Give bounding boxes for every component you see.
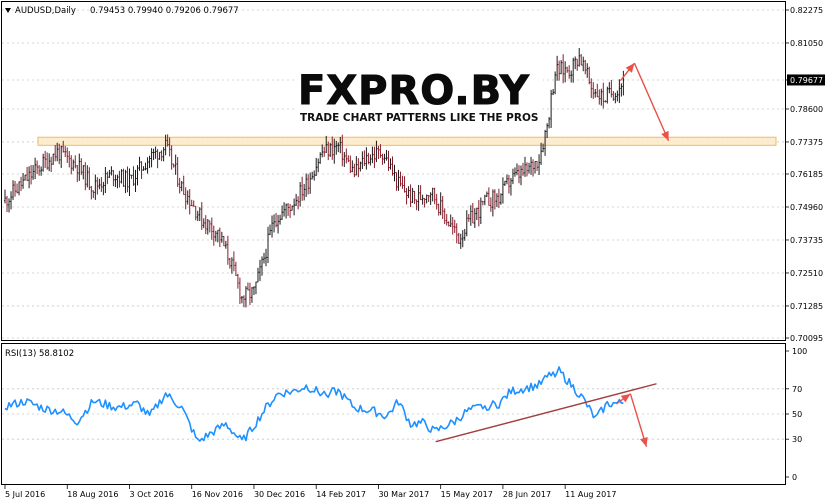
ohlc-values: 0.79453 0.79940 0.79206 0.79677	[90, 6, 239, 16]
time-tick-label: 30 Mar 2017	[378, 490, 429, 499]
price-tick-label: 0.71285	[790, 302, 823, 311]
projection-arrows-main	[619, 62, 670, 142]
time-tick-label: 28 Jun 2017	[503, 490, 551, 499]
current-price-tag: 0.79677	[787, 74, 825, 86]
rsi-label: RSI(13) 58.8102	[5, 349, 74, 359]
time-axis: 5 Jul 2016 18 Aug 2016 3 Oct 2016 16 Nov 20…	[4, 485, 616, 499]
rsi-tick-label: 50	[792, 410, 802, 419]
time-tick-label: 5 Jul 2016	[5, 490, 45, 499]
price-axis: 0.82275 0.81050 0.79677 0.78600 0.77375 0.761…	[785, 6, 823, 343]
time-tick-label: 15 May 2017	[441, 490, 493, 499]
price-tick-label: 0.73735	[790, 236, 823, 245]
dropdown-triangle-icon[interactable]	[5, 8, 11, 13]
time-tick-label: 14 Feb 2017	[316, 490, 366, 499]
time-tick-label: 3 Oct 2016	[129, 490, 173, 499]
arrow-head-icon	[620, 393, 631, 403]
rsi-tick-label: 70	[792, 385, 802, 394]
price-tick-label: 0.76185	[790, 170, 823, 179]
price-tick-label: 0.81050	[790, 39, 823, 48]
rsi-tick-label: 100	[792, 347, 807, 356]
current-price-label: 0.79677	[790, 76, 823, 85]
price-tick-label: 0.82275	[790, 6, 823, 15]
price-tick-label: 0.78600	[790, 105, 823, 114]
arrow-head-icon	[640, 436, 648, 447]
chart-canvas: FXPRO.BY TRADE CHART PATTERNS LIKE THE P…	[1, 1, 825, 499]
fxpro-logo: FXPRO.BY TRADE CHART PATTERNS LIKE THE P…	[296, 62, 543, 124]
main-header: AUDUSD,Daily 0.79453 0.79940 0.79206 0.7…	[5, 6, 239, 16]
time-tick-label: 11 Aug 2017	[565, 490, 616, 499]
rsi-trendline	[435, 383, 657, 443]
rsi-grid	[2, 388, 785, 440]
logo-tagline: TRADE CHART PATTERNS LIKE THE PROS	[300, 112, 538, 124]
rsi-tick-label: 30	[792, 435, 802, 444]
price-tick-label: 0.72510	[790, 269, 823, 278]
rsi-line	[4, 366, 624, 442]
price-tick-label: 0.74960	[790, 203, 823, 212]
resistance-zone	[37, 136, 777, 146]
price-tick-label: 0.70095	[790, 334, 823, 343]
arrow-head-icon	[625, 63, 635, 73]
price-tick-label: 0.77375	[790, 138, 823, 147]
rsi-axis: 100 70 50 30 0	[785, 347, 807, 482]
time-tick-label: 30 Dec 2016	[254, 490, 305, 499]
time-tick-label: 16 Nov 2016	[192, 490, 243, 499]
rsi-tick-label: 0	[792, 473, 797, 482]
projection-arrow	[633, 62, 670, 142]
time-tick-label: 18 Aug 2016	[67, 490, 118, 499]
symbol-label: AUDUSD,Daily	[15, 6, 76, 16]
